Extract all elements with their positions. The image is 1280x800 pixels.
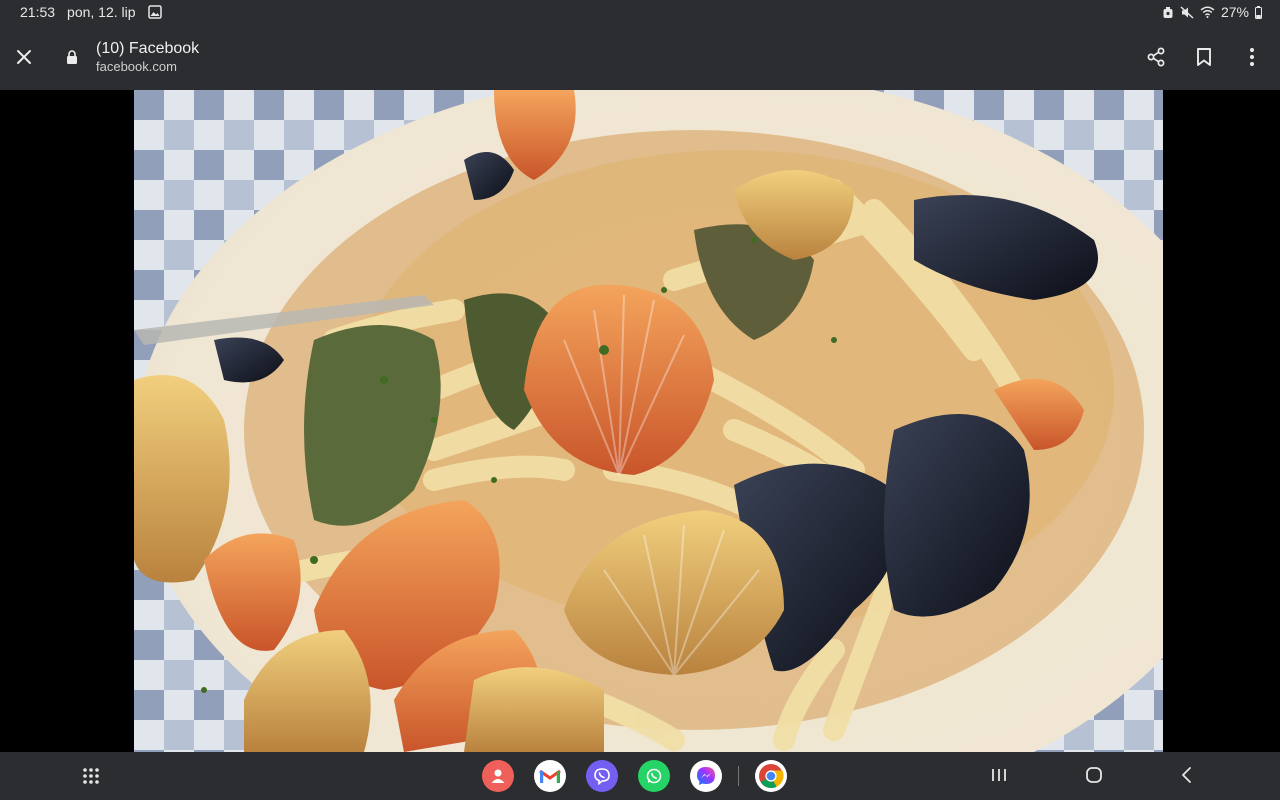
app-dock (482, 760, 787, 792)
alarm-icon (1162, 6, 1174, 19)
browser-actions (1132, 33, 1280, 81)
recents-icon (992, 769, 1006, 781)
page-title: (10) Facebook (96, 40, 200, 57)
dock-separator (738, 766, 739, 786)
back-icon (1182, 767, 1191, 783)
back-button[interactable] (1178, 766, 1196, 789)
status-bar: 21:53 pon, 12. lip 27% (0, 0, 1280, 24)
content-area (0, 90, 1280, 752)
viber-app-button[interactable] (586, 760, 618, 792)
gmail-app-button[interactable] (534, 760, 566, 792)
contacts-app-button[interactable] (482, 760, 514, 792)
status-time: 21:53 (20, 4, 56, 20)
messenger-app-icon (697, 767, 715, 785)
recents-button[interactable] (990, 766, 1008, 789)
viber-app-icon (594, 768, 610, 785)
browser-toolbar: (10) Facebook facebook.com (0, 24, 1280, 90)
battery-percent: 27% (1220, 4, 1249, 20)
close-icon (17, 50, 31, 64)
home-button[interactable] (1085, 766, 1103, 789)
site-security-button[interactable] (48, 50, 96, 64)
home-icon (1086, 767, 1102, 783)
whatsapp-app-button[interactable] (638, 760, 670, 792)
gmail-app-icon (539, 769, 561, 783)
mute-icon (1180, 5, 1194, 19)
page-url: facebook.com (96, 59, 177, 74)
share-button[interactable] (1132, 33, 1180, 81)
status-date: pon, 12. lip (67, 4, 136, 20)
battery-icon (1255, 5, 1262, 19)
apps-grid-icon (83, 768, 99, 784)
page-title-block[interactable]: (10) Facebook facebook.com (96, 39, 199, 75)
navigation-bar (0, 752, 1280, 800)
apps-drawer-button[interactable] (80, 764, 104, 788)
status-left: 21:53 pon, 12. lip (20, 4, 162, 20)
more-vert-icon (1250, 48, 1254, 66)
whatsapp-app-icon (646, 768, 662, 784)
wifi-icon (1200, 6, 1215, 18)
chrome-app-button[interactable] (755, 760, 787, 792)
share-icon (1147, 47, 1165, 67)
bookmark-icon (1197, 48, 1211, 66)
status-right: 27% (1162, 4, 1262, 20)
more-options-button[interactable] (1228, 33, 1276, 81)
bookmark-button[interactable] (1180, 33, 1228, 81)
gallery-icon (147, 5, 162, 19)
screen: 21:53 pon, 12. lip 27% (10) Facebook fac… (0, 0, 1280, 800)
lock-icon (67, 50, 77, 64)
contacts-app-icon (491, 769, 505, 783)
seafood-pasta-photo[interactable] (134, 90, 1163, 752)
close-button[interactable] (0, 33, 48, 81)
chrome-app-icon (759, 764, 784, 789)
messenger-app-button[interactable] (690, 760, 722, 792)
photo-canvas (134, 90, 1163, 752)
